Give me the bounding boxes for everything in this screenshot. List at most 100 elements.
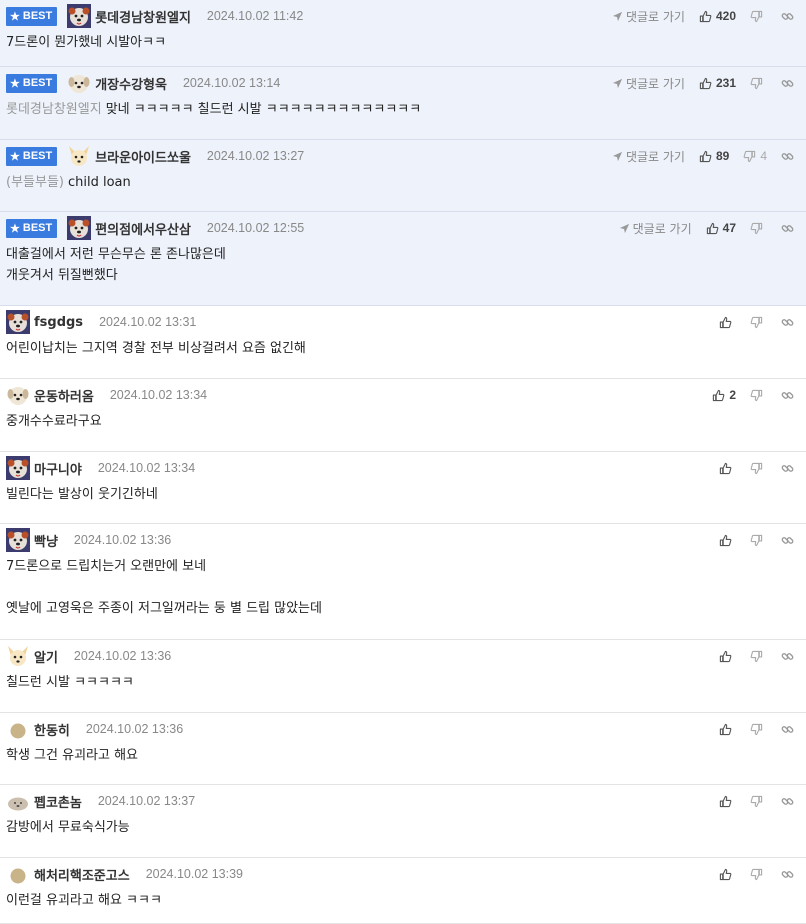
- dislike-button[interactable]: [750, 389, 767, 402]
- thumbs-down-icon: [750, 795, 767, 808]
- like-button[interactable]: 2: [712, 388, 736, 402]
- thumbs-up-icon: [719, 462, 736, 475]
- comment-text: 중개수수료라구요: [6, 414, 102, 429]
- like-button[interactable]: [719, 316, 736, 329]
- comment-line: 칠드런 시발 ㅋㅋㅋㅋㅋ: [6, 672, 798, 693]
- author-nickname[interactable]: 브라운아이드쏘울: [95, 147, 191, 166]
- comment-body: 7드론이 뭔가했네 시발아ㅋㅋ: [6, 32, 798, 53]
- dislike-button[interactable]: [750, 868, 767, 881]
- go-to-reply-link[interactable]: 댓글로 가기: [612, 75, 685, 92]
- dog-face-avatar[interactable]: [67, 4, 92, 28]
- dislike-button[interactable]: 4: [743, 149, 767, 163]
- dislike-button[interactable]: [750, 10, 767, 23]
- dislike-button[interactable]: [750, 650, 767, 663]
- dislike-button[interactable]: [750, 77, 767, 90]
- copy-link-button[interactable]: [781, 650, 798, 663]
- reply-mention[interactable]: 롯데경남창원엘지: [6, 102, 102, 117]
- comment-date: 2024.10.02 13:27: [206, 149, 305, 163]
- thumbs-down-icon: [750, 723, 767, 736]
- mole-avatar[interactable]: [6, 789, 30, 813]
- like-button[interactable]: [719, 868, 736, 881]
- author-nickname[interactable]: 마구니야: [34, 459, 82, 478]
- author-nickname[interactable]: 편의점에서우산삼: [95, 219, 191, 238]
- like-button[interactable]: 420: [699, 9, 736, 23]
- like-count: 420: [715, 9, 736, 23]
- comment-line: [6, 577, 798, 598]
- comment-text: 7드론이 뭔가했네 시발아ㅋㅋ: [6, 35, 167, 50]
- dog-face-avatar[interactable]: [67, 216, 92, 240]
- fox-avatar[interactable]: [67, 144, 91, 168]
- comment-actions: [717, 719, 798, 739]
- copy-link-button[interactable]: [781, 534, 798, 547]
- link-icon: [781, 650, 798, 663]
- author-nickname[interactable]: fsgdgs: [34, 315, 83, 330]
- copy-link-button[interactable]: [781, 795, 798, 808]
- comment-body: 학생 그건 유괴라고 해요: [6, 745, 798, 766]
- comment-line: 중개수수료라구요: [6, 411, 798, 432]
- reply-mention[interactable]: (부들부들): [6, 175, 64, 190]
- comment-text: 칠드런 시발 ㅋㅋㅋㅋㅋ: [6, 675, 134, 690]
- copy-link-button[interactable]: [781, 316, 798, 329]
- go-to-reply-link[interactable]: 댓글로 가기: [619, 220, 692, 237]
- comment-header: 한동히 2024.10.02 13:36: [6, 713, 798, 745]
- author-nickname[interactable]: 알기: [34, 647, 58, 666]
- copy-link-button[interactable]: [781, 77, 798, 90]
- comment-text: child loan: [67, 175, 131, 190]
- puppy-avatar[interactable]: [6, 383, 30, 407]
- like-button[interactable]: [719, 723, 736, 736]
- puppy-avatar[interactable]: [67, 71, 91, 95]
- comment-body: 7드론으로 드립치는거 오랜만에 보네 옛날에 고영욱은 주종이 저그일꺼라는 둥…: [6, 556, 798, 619]
- comment-actions: [717, 646, 798, 666]
- dislike-button[interactable]: [750, 222, 767, 235]
- go-to-reply-link[interactable]: 댓글로 가기: [612, 148, 685, 165]
- comment-text: 빌린다는 발상이 웃기긴하네: [6, 487, 158, 502]
- comment-text: 대출걸에서 저런 무슨무슨 론 존나많은데: [6, 247, 226, 262]
- link-icon: [781, 222, 798, 235]
- dislike-button[interactable]: [750, 462, 767, 475]
- copy-link-button[interactable]: [781, 462, 798, 475]
- thumbs-down-icon: [750, 222, 767, 235]
- comment-body: (부들부들) child loan: [6, 172, 798, 193]
- copy-link-button[interactable]: [781, 389, 798, 402]
- comment: 펩코촌놈 2024.10.02 13:37 감방에서 무료숙식가능: [0, 785, 806, 858]
- go-to-reply-label: 댓글로 가기: [632, 221, 692, 236]
- dog-face-avatar[interactable]: [6, 528, 30, 552]
- author-nickname[interactable]: 해처리핵조준고스: [34, 865, 130, 884]
- author-nickname[interactable]: 펩코촌놈: [34, 792, 82, 811]
- best-badge: ★ BEST: [6, 73, 58, 93]
- copy-link-button[interactable]: [781, 868, 798, 881]
- author-nickname[interactable]: 운동하러옴: [34, 386, 94, 405]
- copy-link-button[interactable]: [781, 222, 798, 235]
- thumbs-up-icon: [719, 868, 736, 881]
- go-to-reply-link[interactable]: 댓글로 가기: [612, 8, 685, 25]
- dislike-button[interactable]: [750, 534, 767, 547]
- comment-body: 중개수수료라구요: [6, 411, 798, 432]
- dislike-button[interactable]: [750, 795, 767, 808]
- author-nickname[interactable]: 한동히: [34, 720, 70, 739]
- like-button[interactable]: [719, 795, 736, 808]
- copy-link-button[interactable]: [781, 10, 798, 23]
- thumbs-up-icon: [719, 795, 736, 808]
- brown-dot-avatar[interactable]: [6, 862, 30, 886]
- dog-face-avatar[interactable]: [6, 456, 30, 480]
- like-button[interactable]: 47: [706, 221, 736, 235]
- fox-avatar[interactable]: [6, 644, 30, 668]
- author-nickname[interactable]: 빡냥: [34, 531, 58, 550]
- comment-actions: 댓글로 가기 420: [612, 6, 798, 26]
- like-button[interactable]: 89: [699, 149, 729, 163]
- copy-link-button[interactable]: [781, 723, 798, 736]
- like-button[interactable]: [719, 534, 736, 547]
- copy-link-button[interactable]: [781, 150, 798, 163]
- dislike-button[interactable]: [750, 316, 767, 329]
- dog-face-avatar[interactable]: [6, 310, 30, 334]
- brown-dot-avatar[interactable]: [6, 717, 30, 741]
- like-button[interactable]: 231: [699, 76, 736, 90]
- dislike-button[interactable]: [750, 723, 767, 736]
- like-button[interactable]: [719, 462, 736, 475]
- author-nickname[interactable]: 롯데경남창원엘지: [95, 7, 191, 26]
- like-button[interactable]: [719, 650, 736, 663]
- comment-body: 칠드런 시발 ㅋㅋㅋㅋㅋ: [6, 672, 798, 693]
- comment-body: 대출걸에서 저런 무슨무슨 론 존나많은데 개웃겨서 뒤질뻔했다: [6, 244, 798, 286]
- like-count: 47: [722, 221, 736, 235]
- author-nickname[interactable]: 개장수강형욱: [95, 74, 167, 93]
